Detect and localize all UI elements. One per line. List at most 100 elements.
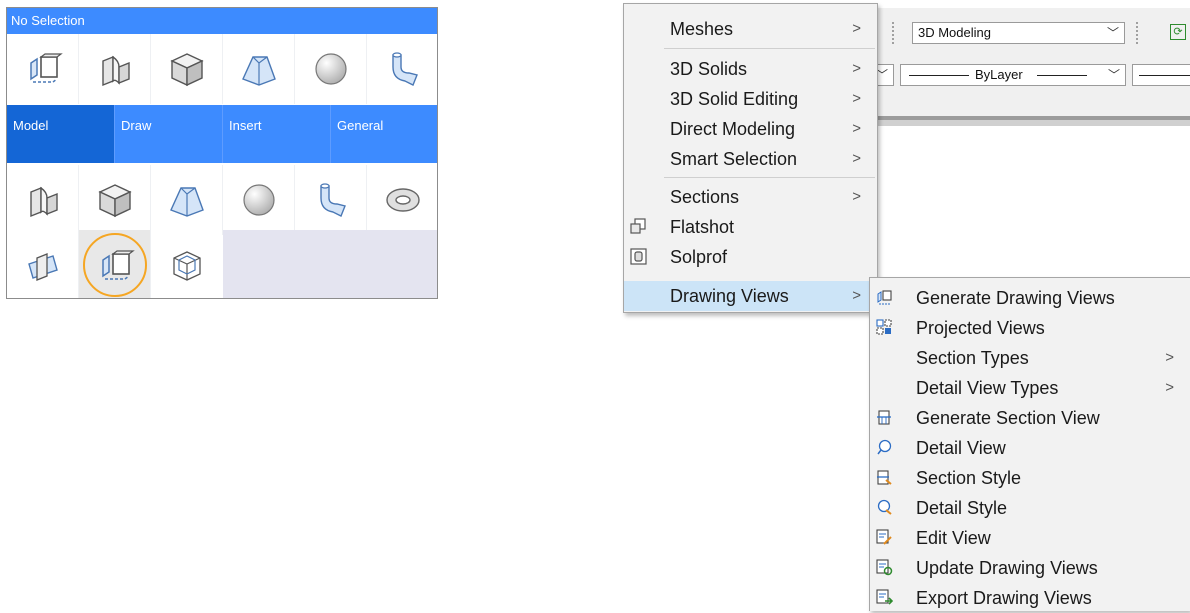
slice-icon bbox=[27, 253, 58, 281]
tool-extrude[interactable] bbox=[79, 34, 151, 104]
quad-empty-area bbox=[223, 230, 437, 298]
submenu-arrow-icon: > bbox=[852, 287, 861, 304]
toolbar-grip[interactable] bbox=[892, 22, 896, 44]
submenu-arrow-icon: > bbox=[852, 60, 861, 77]
menu-separator bbox=[664, 48, 875, 49]
linetype-value: ByLayer bbox=[975, 67, 1023, 82]
menu-item-label: Edit View bbox=[916, 528, 991, 548]
chevron-down-icon: ﹀ bbox=[1107, 68, 1120, 82]
menu-item-generate-drawing-views[interactable]: Generate Drawing Views bbox=[870, 283, 1190, 313]
tool-drawing-views[interactable] bbox=[79, 230, 151, 298]
update-views-icon bbox=[876, 559, 893, 576]
torus-icon bbox=[386, 188, 420, 212]
detail-view-icon bbox=[877, 439, 892, 455]
linetype-dropdown[interactable]: ByLayer ﹀ bbox=[900, 64, 1126, 86]
submenu-arrow-icon: > bbox=[852, 90, 861, 107]
menu-item-label: Generate Section View bbox=[916, 408, 1100, 428]
menu-item-detail-view-types[interactable]: Detail View Types > bbox=[870, 373, 1190, 403]
menu-item-label: Drawing Views bbox=[670, 286, 789, 306]
menu-item-label: Export Drawing Views bbox=[916, 588, 1092, 608]
menu-item-label: Meshes bbox=[670, 19, 734, 39]
tool-loft[interactable] bbox=[223, 34, 295, 104]
menu-item-edit-view[interactable]: Edit View bbox=[870, 523, 1190, 553]
tool-box[interactable] bbox=[79, 165, 151, 235]
menu-item-label: Sections bbox=[670, 187, 740, 207]
tool-drawing-views[interactable] bbox=[7, 34, 79, 104]
menu-item-label: 3D Solid Editing bbox=[670, 89, 799, 109]
tool-sphere[interactable] bbox=[223, 165, 295, 235]
flatshot-icon bbox=[630, 218, 646, 234]
sync-icon[interactable]: ⟳ bbox=[1170, 24, 1186, 40]
tab-model[interactable]: Model bbox=[7, 105, 115, 163]
menu-item-section-types[interactable]: Section Types > bbox=[870, 343, 1190, 373]
drawing-views-icon bbox=[877, 290, 892, 305]
box-icon bbox=[169, 53, 204, 87]
solprof-icon bbox=[630, 248, 647, 265]
menu-item-3d-solids[interactable]: 3D Solids > bbox=[624, 54, 877, 84]
sphere-icon bbox=[242, 184, 275, 216]
submenu-arrow-icon: > bbox=[852, 120, 861, 137]
menu-item-label: Section Style bbox=[916, 468, 1022, 488]
submenu-arrow-icon: > bbox=[852, 188, 861, 205]
menu-item-smart-selection[interactable]: Smart Selection > bbox=[624, 144, 877, 174]
tool-torus[interactable] bbox=[367, 165, 437, 235]
drawing-views-icon bbox=[29, 53, 63, 83]
tool-loft[interactable] bbox=[151, 165, 223, 235]
workspace-dropdown[interactable]: 3D Modeling ﹀ bbox=[912, 22, 1125, 44]
menu-item-label: Solprof bbox=[670, 247, 728, 267]
tab-draw[interactable]: Draw bbox=[115, 105, 223, 163]
menu-item-solprof[interactable]: Solprof bbox=[624, 242, 877, 272]
tool-sweep[interactable] bbox=[367, 34, 437, 104]
wireframe-cube-icon bbox=[173, 251, 201, 281]
lineweight-sample bbox=[1139, 75, 1190, 76]
menu-item-flatshot[interactable]: Flatshot bbox=[624, 212, 877, 242]
menu-item-section-style[interactable]: Section Style bbox=[870, 463, 1190, 493]
menu-item-projected-views[interactable]: Projected Views bbox=[870, 313, 1190, 343]
menu-item-label: Flatshot bbox=[670, 217, 735, 237]
menu-item-sections[interactable]: Sections > bbox=[624, 182, 877, 212]
menu-item-label: Detail Style bbox=[916, 498, 1008, 518]
lineweight-dropdown[interactable] bbox=[1132, 64, 1190, 86]
menu-item-export-drawing-views[interactable]: Export Drawing Views bbox=[870, 583, 1190, 613]
submenu-arrow-icon: > bbox=[1165, 349, 1174, 366]
menu-item-detail-view[interactable]: Detail View bbox=[870, 433, 1190, 463]
tool-slice[interactable] bbox=[7, 230, 79, 298]
toolbar-grip[interactable] bbox=[1136, 22, 1140, 44]
workspace-value: 3D Modeling bbox=[918, 25, 991, 40]
section-style-icon bbox=[877, 470, 892, 485]
tab-insert[interactable]: Insert bbox=[223, 105, 331, 163]
quad-title: No Selection bbox=[7, 8, 437, 34]
menu-item-detail-style[interactable]: Detail Style bbox=[870, 493, 1190, 523]
menu-item-meshes[interactable]: Meshes > bbox=[624, 14, 877, 44]
extrude-icon bbox=[101, 55, 130, 87]
menu-separator bbox=[664, 177, 875, 178]
quad-tab-bar: Model Draw Insert General bbox=[7, 105, 437, 163]
drawing-views-submenu: Generate Drawing Views Projected Views S… bbox=[869, 277, 1190, 611]
menu-item-label: Projected Views bbox=[916, 318, 1045, 338]
tool-box[interactable] bbox=[151, 34, 223, 104]
menu-item-update-drawing-views[interactable]: Update Drawing Views bbox=[870, 553, 1190, 583]
menu-item-direct-modeling[interactable]: Direct Modeling > bbox=[624, 114, 877, 144]
sweep-icon bbox=[319, 183, 346, 217]
toolbar: 3D Modeling ﹀ ⟳ ﹀ ByLayer ﹀ bbox=[870, 8, 1190, 126]
tool-sweep[interactable] bbox=[295, 165, 367, 235]
tool-sphere[interactable] bbox=[295, 34, 367, 104]
menu-item-label: Smart Selection bbox=[670, 149, 798, 169]
menu-item-3d-solid-editing[interactable]: 3D Solid Editing > bbox=[624, 84, 877, 114]
quad-tool-row bbox=[7, 230, 223, 298]
menu-item-drawing-views[interactable]: Drawing Views > bbox=[624, 281, 877, 311]
export-views-icon bbox=[876, 589, 893, 605]
tab-general[interactable]: General bbox=[331, 105, 437, 163]
submenu-arrow-icon: > bbox=[852, 150, 861, 167]
submenu-arrow-icon: > bbox=[1165, 379, 1174, 396]
menu-item-label: Detail View bbox=[916, 438, 1006, 458]
toolbar-divider bbox=[870, 120, 1190, 126]
menu-item-label: Section Types bbox=[916, 348, 1029, 368]
tool-extrude[interactable] bbox=[7, 165, 79, 235]
menu-item-label: Direct Modeling bbox=[670, 119, 796, 139]
edit-view-icon bbox=[876, 529, 892, 545]
context-menu: Meshes > 3D Solids > 3D Solid Editing > … bbox=[623, 3, 878, 313]
tool-wireframe[interactable] bbox=[151, 230, 223, 298]
quad-panel: No Selection Model Draw Insert General bbox=[6, 7, 438, 299]
menu-item-generate-section-view[interactable]: Generate Section View bbox=[870, 403, 1190, 433]
